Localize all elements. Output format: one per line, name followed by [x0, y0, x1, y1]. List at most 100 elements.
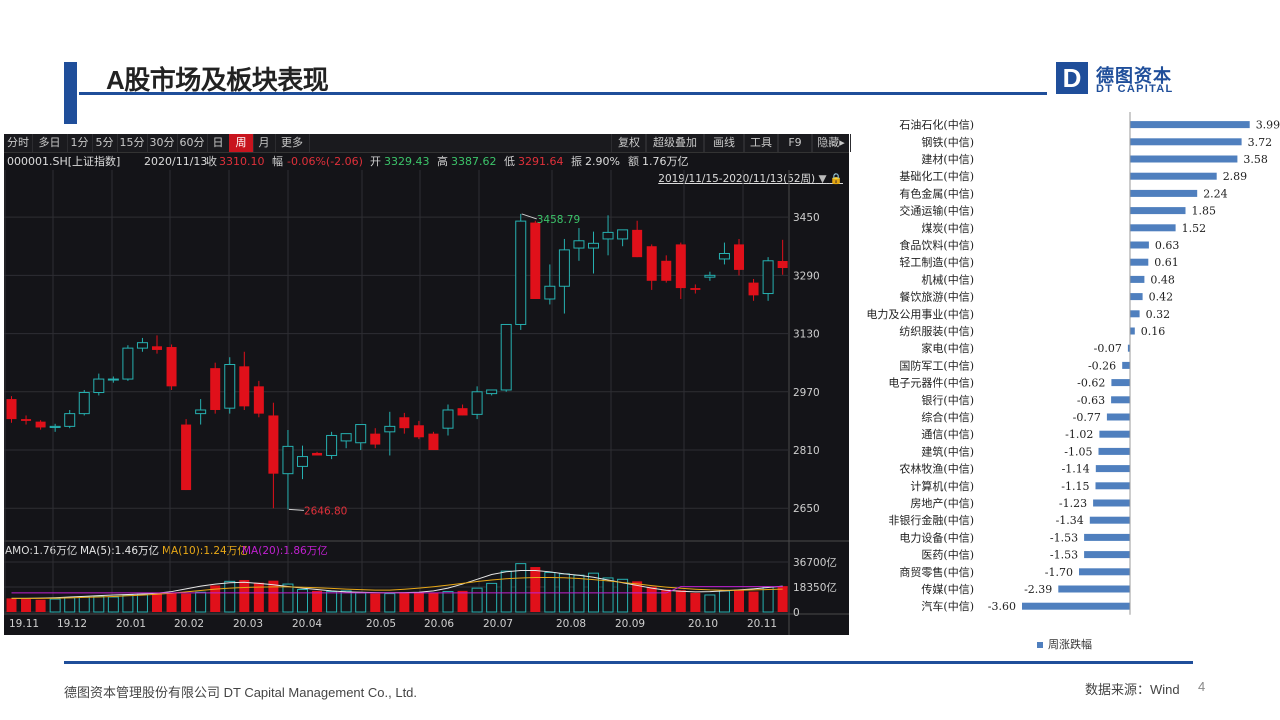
volume-bar-down [370, 593, 381, 612]
date-range-selector[interactable]: 2019/11/15-2020/11/13(52周) ▼ 🔒 [658, 171, 843, 186]
industry-value-label: 0.16 [1141, 325, 1166, 338]
volume-bar-up [500, 570, 512, 613]
period-tab-9[interactable]: 月 [253, 134, 276, 152]
title-underline [79, 92, 1047, 95]
volume-bar-down [748, 591, 759, 612]
industry-category-label: 传媒(中信) [921, 583, 974, 596]
period-tab-8[interactable]: 周 [229, 134, 254, 152]
volume-bar-up [195, 591, 207, 613]
period-tab-10[interactable]: 更多 [275, 134, 310, 152]
volume-bar-down [268, 580, 279, 612]
high-label: 高 [437, 155, 448, 168]
candle-body-up [617, 229, 629, 240]
time-tick-label: 20.09 [615, 618, 645, 630]
candle-body-down [690, 288, 701, 290]
industry-category-label: 家电(中信) [921, 341, 974, 355]
toolbar-tool-0[interactable]: 复权 [611, 134, 647, 152]
industry-category-label: 机械(中信) [921, 272, 974, 286]
volume-bar-up [282, 583, 294, 613]
volume-bar-up [442, 591, 454, 613]
candle-body-down [457, 408, 468, 416]
volume-bar-up [602, 577, 614, 613]
industry-bar [1095, 482, 1130, 490]
candle-body-up [355, 424, 367, 444]
industry-category-label: 综合(中信) [921, 410, 974, 424]
volume-bar-up [704, 594, 716, 613]
candle-body-up [107, 378, 119, 381]
volume-bar-up [588, 572, 599, 613]
period-tab-3[interactable]: 5分 [92, 134, 118, 152]
industry-category-label: 电子元器件(中信) [888, 377, 974, 390]
candle-body-down [370, 433, 381, 445]
toolbar-tool-2[interactable]: 画线 [703, 134, 745, 152]
candle-body-up [297, 456, 308, 467]
quote-date: 2020/11/13 [144, 155, 208, 168]
industry-category-label: 医药(中信) [921, 549, 974, 562]
low-value: 3291.64 [518, 155, 564, 168]
industry-bar [1130, 155, 1238, 163]
volume-bar-down [253, 582, 264, 612]
period-tab-0[interactable]: 分时 [4, 134, 33, 152]
volume-bar-down [530, 567, 541, 612]
period-tab-1[interactable]: 多日 [32, 134, 68, 152]
footer-company: 德图资本管理股份有限公司 DT Capital Management Co., … [64, 685, 418, 700]
legend-swatch [1037, 642, 1043, 649]
toolbar-tool-4[interactable]: F9 [777, 134, 813, 152]
volume-bar-down [661, 589, 672, 612]
volume-tick-label: 0 [793, 607, 800, 619]
period-tab-7[interactable]: 日 [207, 134, 230, 152]
lock-icon[interactable]: 🔒 [830, 173, 843, 185]
industry-value-label: 3.99 [1256, 119, 1280, 132]
volume-bar-down [457, 590, 468, 612]
price-tick-label: 2970 [793, 387, 820, 399]
industry-value-label: 0.42 [1149, 291, 1174, 304]
industry-category-label: 银行(中信) [921, 393, 974, 407]
candle-body-up [500, 323, 512, 391]
kline-terminal: 分时 多日 1分 5分 15分 30分 60分日周月更多 隐藏▸ F9 工具 画线 超级叠加 复权 00… [4, 134, 851, 635]
volume-bar-down [777, 586, 788, 612]
industry-value-label: 2.24 [1203, 187, 1228, 200]
toolbar-tool-1[interactable]: 超级叠加 [645, 134, 705, 152]
industry-value-label: 1.85 [1192, 205, 1217, 218]
candle-body-up [515, 220, 527, 325]
industry-category-label: 餐饮旅游(中信) [899, 290, 974, 304]
industry-bar [1099, 430, 1130, 438]
legend-label: 周涨跌幅 [1048, 639, 1092, 651]
ma10-legend-text: MA(10):1.24万亿 [162, 545, 248, 557]
candle-body-up [384, 425, 396, 433]
industry-category-label: 建材(中信) [921, 152, 974, 166]
time-tick-label: 20.01 [116, 618, 146, 630]
industry-bar [1122, 361, 1130, 369]
volume-ma20-line [11, 586, 783, 594]
period-tab-4[interactable]: 15分 [117, 134, 148, 152]
volume-ma10-line [11, 577, 783, 599]
industry-category-label: 建筑(中信) [921, 444, 974, 458]
high-value: 3387.62 [451, 155, 497, 168]
candle-body-down [777, 260, 788, 269]
candle-body-down [646, 246, 657, 281]
toolbar-tool-5[interactable]: 隐藏▸ [811, 134, 851, 152]
volume-bar-down [6, 598, 17, 612]
industry-bar [1089, 516, 1130, 524]
period-toolbar: 分时 多日 1分 5分 15分 30分 60分日周月更多 隐藏▸ F9 工具 画线 超级叠加 复权 [4, 134, 851, 153]
volume-bar-up [64, 597, 76, 613]
candle-body-up [136, 342, 148, 349]
volume-bar-down [312, 590, 323, 612]
period-tab-5[interactable]: 30分 [147, 134, 178, 152]
volume-bar-down [35, 599, 46, 612]
dropdown-triangle-icon[interactable]: ▼ [819, 173, 827, 185]
industry-value-label: -1.53 [1050, 549, 1078, 562]
toolbar-tool-3[interactable]: 工具 [743, 134, 779, 152]
period-tab-2[interactable]: 1分 [67, 134, 93, 152]
period-tab-6[interactable]: 60分 [177, 134, 208, 152]
volume-bar-down [734, 589, 744, 612]
volume-bar-up [471, 587, 483, 613]
industry-value-label: -0.26 [1088, 359, 1116, 372]
industry-bar [1058, 585, 1130, 593]
industry-bar [1111, 396, 1130, 404]
candle-body-up [282, 445, 294, 475]
candle-body-down [21, 419, 32, 421]
close-value: 3310.10 [219, 155, 265, 168]
industry-value-label: 1.52 [1182, 222, 1207, 235]
volume-bar-up [340, 590, 352, 613]
